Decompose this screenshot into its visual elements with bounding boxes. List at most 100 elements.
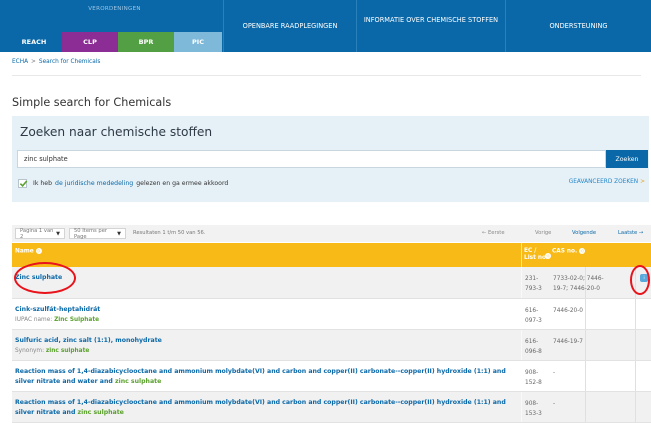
cas-number-part1: 7446-20-0 bbox=[553, 308, 584, 314]
name-header-label: Name bbox=[15, 248, 34, 255]
cas-number-part1: - bbox=[553, 370, 556, 376]
legal-notice-link[interactable]: de juridische mededeling bbox=[55, 180, 133, 187]
cas-number: - bbox=[553, 368, 635, 378]
column-divider bbox=[635, 392, 636, 422]
substance-name-link[interactable]: Reaction mass of 1,4-diazabicyclooctane … bbox=[15, 398, 515, 418]
column-divider bbox=[521, 392, 522, 422]
nav-support[interactable]: ONDERSTEUNING bbox=[506, 0, 651, 52]
first-page-link[interactable]: ← Eerste bbox=[482, 230, 505, 236]
match-label: Synonym: bbox=[15, 348, 45, 354]
consent-text-suffix: gelezen en ga ermee akkoord bbox=[136, 180, 229, 187]
substance-name-text: silver nitrate and bbox=[15, 409, 76, 416]
sort-icon[interactable]: ◇ bbox=[35, 248, 42, 254]
ec-number: 231- 793-3 bbox=[525, 274, 551, 294]
search-heading: Zoeken naar chemische stoffen bbox=[20, 125, 213, 139]
ec-number-part1: 616- bbox=[525, 308, 539, 314]
substance-match: IUPAC name: Zinc Sulphate bbox=[15, 317, 99, 323]
page-title: Simple search for Chemicals bbox=[12, 96, 172, 109]
results-table: Name ◇ EC / List no. ◇ CAS no. ◇ Zinc sulp… bbox=[12, 243, 651, 423]
cas-number-part1: 7733-02-0; 7446- bbox=[553, 276, 604, 282]
ec-number: 908- 153-3 bbox=[525, 399, 551, 419]
substance-name-link[interactable]: Zinc sulphate bbox=[15, 273, 515, 283]
ec-number-part2: 793-3 bbox=[525, 286, 542, 292]
column-divider bbox=[521, 299, 522, 329]
next-page-link[interactable]: Volgende bbox=[572, 230, 596, 236]
page-size-value: 50 Items per Page bbox=[74, 227, 108, 240]
match-value: zinc sulphate bbox=[45, 348, 90, 354]
cas-number-part2: 19-7; 7446-20-0 bbox=[553, 286, 600, 292]
ec-number: 616- 096-8 bbox=[525, 337, 551, 357]
substance-name-link[interactable]: Cink-szulfát-heptahidrát bbox=[15, 305, 515, 315]
tab-reach[interactable]: REACH bbox=[6, 32, 62, 52]
table-row: Sulfuric acid, zinc salt (1:1), monohydr… bbox=[12, 330, 651, 361]
nav-public-consultations[interactable]: OPENBARE RAADPLEGINGEN bbox=[224, 0, 356, 52]
cas-header-label: CAS no. bbox=[552, 248, 578, 255]
substance-name-link[interactable]: Sulfuric acid, zinc salt (1:1), monohydr… bbox=[15, 336, 515, 346]
table-row: Cink-szulfát-heptahidrát IUPAC name: Zin… bbox=[12, 299, 651, 330]
search-button[interactable]: Zoeken bbox=[606, 150, 648, 168]
ec-number-part2: 152-8 bbox=[525, 380, 542, 386]
caret-down-icon: ▼ bbox=[117, 230, 121, 237]
substance-name-highlight: zinc sulphate bbox=[77, 409, 124, 416]
top-navigation: VERORDENINGEN REACH CLP BPR PIC OPENBARE… bbox=[0, 0, 651, 52]
consent-text-prefix: Ik heb bbox=[33, 180, 53, 187]
advanced-search-link[interactable]: GEAVANCEERD ZOEKEN > bbox=[569, 179, 645, 185]
breadcrumb-current[interactable]: Search for Chemicals bbox=[39, 59, 101, 65]
match-label: IUPAC name: bbox=[15, 317, 53, 323]
consent-row: Ik heb de juridische mededeling gelezen … bbox=[18, 179, 228, 188]
advanced-search-label: GEAVANCEERD ZOEKEN bbox=[568, 179, 639, 185]
tab-bpr[interactable]: BPR bbox=[118, 32, 174, 52]
substance-name-link[interactable]: Reaction mass of 1,4-diazabicyclooctane … bbox=[15, 367, 515, 387]
annotation-circle-substance bbox=[14, 262, 76, 294]
page-select[interactable]: Pagina 1 van 2 ▼ bbox=[15, 227, 65, 240]
substance-name-line2: silver nitrate and zinc sulphate bbox=[15, 408, 515, 418]
page-select-value: Pagina 1 van 2 bbox=[20, 227, 54, 240]
breadcrumb-home-link[interactable]: ECHA bbox=[12, 59, 28, 65]
page-size-select[interactable]: 50 Items per Page ▼ bbox=[69, 227, 126, 240]
ec-number-part1: 231- bbox=[525, 276, 539, 282]
ec-number: 616- 097-3 bbox=[525, 306, 551, 326]
ec-column-header[interactable]: EC / List no. ◇ bbox=[524, 248, 551, 262]
breadcrumb-separator: > bbox=[31, 59, 36, 65]
breadcrumb: ECHA > Search for Chemicals bbox=[12, 59, 100, 65]
column-divider bbox=[521, 361, 522, 391]
tab-clp[interactable]: CLP bbox=[62, 32, 118, 52]
results-count: Resultaten 1 t/m 50 van 56. bbox=[133, 230, 206, 236]
ec-number-part1: 616- bbox=[525, 339, 539, 345]
cas-number: - bbox=[553, 399, 635, 409]
ec-number-part1: 908- bbox=[525, 370, 539, 376]
cas-number-part1: 7446-19-7 bbox=[553, 339, 584, 345]
tab-pic[interactable]: PIC bbox=[174, 32, 222, 52]
search-input[interactable] bbox=[17, 150, 606, 168]
breadcrumb-divider bbox=[12, 75, 641, 76]
substance-name-line1: Reaction mass of 1,4-diazabicyclooctane … bbox=[15, 399, 506, 406]
annotation-circle-info-icon bbox=[630, 265, 650, 295]
table-row: Reaction mass of 1,4-diazabicyclooctane … bbox=[12, 361, 651, 392]
ec-number-part2: 096-8 bbox=[525, 349, 542, 355]
chevron-right-icon: > bbox=[640, 179, 645, 185]
search-panel: Zoeken naar chemische stoffen Zoeken Ik … bbox=[12, 116, 649, 202]
sort-icon[interactable]: ◇ bbox=[545, 253, 551, 259]
name-column-header[interactable]: Name ◇ bbox=[15, 248, 42, 256]
table-row: Zinc sulphate 231- 793-3 7733-02-0; 7446… bbox=[12, 267, 651, 299]
column-divider bbox=[521, 243, 522, 267]
regulations-label: VERORDENINGEN bbox=[88, 6, 141, 12]
cas-column-header[interactable]: CAS no. ◇ bbox=[552, 248, 586, 256]
previous-page-link[interactable]: Vorige bbox=[535, 230, 551, 236]
checkmark-icon bbox=[19, 180, 28, 188]
column-divider bbox=[635, 299, 636, 329]
sort-icon[interactable]: ◇ bbox=[579, 248, 586, 254]
last-page-link[interactable]: Laatste → bbox=[618, 230, 643, 236]
consent-checkbox[interactable] bbox=[18, 179, 28, 188]
column-divider bbox=[521, 330, 522, 360]
ec-number-part1: 908- bbox=[525, 401, 539, 407]
pagination-bar: Pagina 1 van 2 ▼ 50 Items per Page ▼ Resul… bbox=[12, 225, 651, 242]
column-divider bbox=[635, 330, 636, 360]
column-divider bbox=[635, 361, 636, 391]
cas-number: 7446-20-0 bbox=[553, 306, 635, 316]
table-header: Name ◇ EC / List no. ◇ CAS no. ◇ bbox=[12, 243, 651, 267]
table-row: Reaction mass of 1,4-diazabicyclooctane … bbox=[12, 392, 651, 423]
nav-chemical-information[interactable]: INFORMATIE OVER CHEMISCHE STOFFEN bbox=[357, 0, 505, 52]
ec-number-part2: 153-3 bbox=[525, 411, 542, 417]
caret-down-icon: ▼ bbox=[56, 230, 60, 237]
